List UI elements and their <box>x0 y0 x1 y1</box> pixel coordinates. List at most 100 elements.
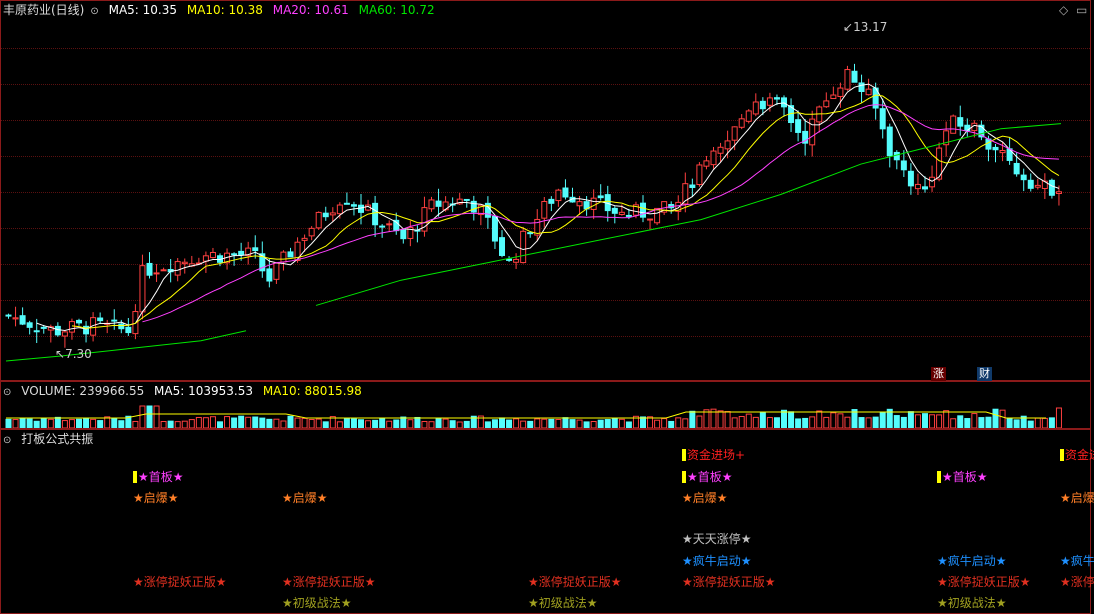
volume-bar <box>12 419 19 428</box>
candle-body <box>5 314 12 317</box>
candle-body <box>647 218 654 221</box>
candle-body <box>174 261 181 276</box>
volume-bar <box>146 405 153 428</box>
candle-body <box>435 200 442 207</box>
candle-body <box>611 207 618 214</box>
signal-qibao-1[interactable]: ★启爆★ <box>133 491 179 505</box>
candle-body <box>689 184 696 188</box>
volume-bar <box>195 416 202 428</box>
volume-bar <box>555 418 562 428</box>
volume-bar <box>738 415 745 428</box>
candle-body <box>731 126 738 141</box>
volume-bar <box>562 417 569 428</box>
volume-bar <box>781 409 787 428</box>
volume-bar <box>322 421 329 428</box>
volume-bar <box>174 421 181 428</box>
volume-bar <box>950 418 957 428</box>
candle-body <box>823 100 830 108</box>
volume-bar <box>985 416 992 428</box>
candle-body <box>336 204 343 215</box>
volume-bar <box>252 416 259 428</box>
price-pane[interactable]: 丰原药业(日线) ⊙ MA5: 10.35 MA10: 10.38 MA20: 1… <box>0 0 1091 381</box>
chevron-down-icon[interactable]: ⊙ <box>90 6 98 17</box>
ma60-readout: MA60: 10.72 <box>358 3 435 17</box>
volume-bar <box>224 416 231 428</box>
signal-fengniu-2[interactable]: ★疯牛启动★ <box>937 554 1007 568</box>
stock-chart-window: { "price_header":{ "title":"丰原药业(日线)", "… <box>0 0 1094 614</box>
candle-body <box>527 232 534 235</box>
candle-body <box>562 187 569 198</box>
signal-shouban-2[interactable]: ★首板★ <box>682 470 733 484</box>
candle-body <box>766 97 773 106</box>
signal-tiantian[interactable]: ★天天涨停★ <box>682 532 752 546</box>
signal-fengniu-3[interactable]: ★疯牛 <box>1060 554 1094 568</box>
signal-shouban-3[interactable]: ★首板★ <box>937 470 988 484</box>
signal-fengniu-1[interactable]: ★疯牛启动★ <box>682 554 752 568</box>
volume-bar <box>576 419 583 428</box>
signal-header: ⊙ 打板公式共振 <box>3 431 99 449</box>
signal-zhuoyao-3[interactable]: ★涨停捉妖正版★ <box>528 575 622 589</box>
diamond-icon[interactable]: ◇ <box>1059 3 1068 17</box>
signal-zhuoyao-5[interactable]: ★涨停捉妖正版★ <box>937 575 1031 589</box>
candle-body <box>929 176 936 188</box>
volume-bar <box>1048 417 1055 428</box>
volume-bar <box>379 417 386 428</box>
flag-zhang[interactable]: 涨 <box>931 367 946 381</box>
candle-body <box>146 262 153 276</box>
signal-pane[interactable]: ⊙ 打板公式共振 资金进场+ 资金进 ★首板★ ★首板★ ★首板★ ★启爆★ ★… <box>0 429 1094 614</box>
signal-qibao-3[interactable]: ★启爆★ <box>682 491 728 505</box>
signal-shouban-1[interactable]: ★首板★ <box>133 470 184 484</box>
volume-bar <box>548 418 555 428</box>
volume-bar <box>372 419 379 428</box>
volume-bar <box>40 418 47 428</box>
signal-zijin-1[interactable]: 资金进场+ <box>682 448 745 462</box>
volume-readout: VOLUME: 239966.55 <box>21 384 145 398</box>
volume-bar <box>1027 420 1034 428</box>
signal-chuji-2[interactable]: ★初级战法★ <box>528 596 598 610</box>
chevron-down-icon[interactable]: ⊙ <box>3 387 11 398</box>
candlestick-chart[interactable] <box>1 1 1090 380</box>
candle-body <box>428 199 435 210</box>
volume-bar <box>132 420 139 428</box>
volume-bar <box>68 419 75 428</box>
volume-bar <box>26 418 33 428</box>
signal-zhuoyao-6[interactable]: ★涨停捉妖 <box>1060 575 1094 589</box>
volume-bar <box>400 416 407 428</box>
volume-bar <box>689 410 696 428</box>
candle-body <box>696 164 703 186</box>
volume-bar <box>872 416 879 428</box>
volume-bar <box>971 413 978 428</box>
window-box-icon[interactable]: ▭ <box>1076 3 1087 17</box>
signal-chuji-3[interactable]: ★初级战法★ <box>937 596 1007 610</box>
signal-zijin-2[interactable]: 资金进 <box>1060 448 1094 462</box>
signal-zhuoyao-1[interactable]: ★涨停捉妖正版★ <box>133 575 227 589</box>
signal-zhuoyao-4[interactable]: ★涨停捉妖正版★ <box>682 575 776 589</box>
volume-bar <box>654 419 661 428</box>
candle-body <box>125 326 132 334</box>
flag-cai[interactable]: 财 <box>977 367 992 381</box>
candle-body <box>640 202 646 218</box>
signal-qibao-2[interactable]: ★启爆★ <box>282 491 328 505</box>
volume-pane[interactable]: ⊙ VOLUME: 239966.55 MA5: 103953.53 MA10:… <box>0 381 1091 429</box>
candle-body <box>1048 179 1055 196</box>
candle-body <box>1034 184 1041 188</box>
candle-body <box>40 326 47 329</box>
vol-ma5-readout: MA5: 103953.53 <box>154 384 253 398</box>
candle-body <box>893 151 900 161</box>
candle-body <box>541 201 548 219</box>
signal-chuji-1[interactable]: ★初级战法★ <box>282 596 352 610</box>
signal-qibao-4[interactable]: ★启爆 <box>1060 491 1094 505</box>
volume-bar <box>1013 419 1020 428</box>
signal-zhuoyao-2[interactable]: ★涨停捉妖正版★ <box>282 575 376 589</box>
candle-body <box>181 261 188 265</box>
candle-body <box>992 146 999 151</box>
volume-bar <box>816 410 823 428</box>
volume-bar <box>943 410 950 428</box>
volume-bar <box>597 419 604 428</box>
volume-bar <box>491 419 498 428</box>
candle-body <box>386 223 393 226</box>
candle-body <box>717 146 724 154</box>
volume-bar <box>209 416 216 428</box>
chevron-down-icon[interactable]: ⊙ <box>3 435 11 446</box>
candle-body <box>322 212 329 218</box>
